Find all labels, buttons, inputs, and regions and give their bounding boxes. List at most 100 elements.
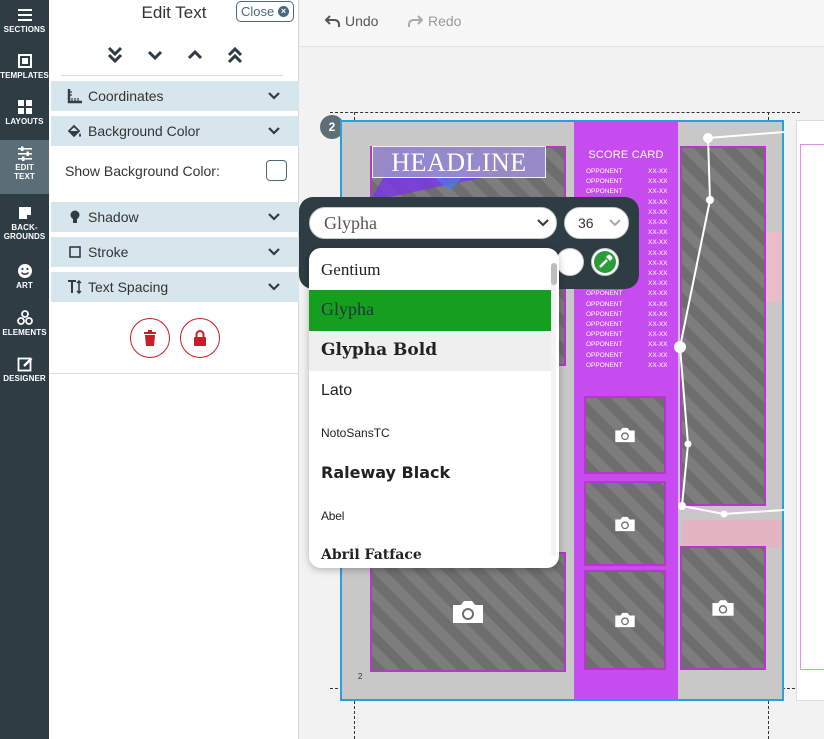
templates-icon — [17, 54, 32, 68]
chevron-down-icon — [268, 127, 280, 135]
nav-art[interactable]: ART — [0, 258, 49, 304]
chevron-down-icon — [609, 219, 621, 227]
send-to-back-icon[interactable] — [104, 44, 126, 66]
nav-layouts[interactable]: LAYOUTS — [0, 94, 49, 140]
decor-band — [682, 520, 782, 548]
score-value: XX-XX — [648, 229, 668, 237]
score-value: XX-XX — [648, 361, 668, 369]
grid-icon — [17, 100, 32, 114]
chevron-down-icon — [268, 92, 280, 100]
font-dropdown-list[interactable]: Gentium Glypha Glypha Bold Lato NotoSans… — [309, 248, 559, 568]
font-option-glypha[interactable]: Glypha — [309, 290, 552, 331]
font-option-gentium[interactable]: Gentium — [309, 254, 552, 290]
score-value: XX-XX — [648, 219, 668, 226]
score-team: OPPONENT — [586, 310, 623, 318]
font-option-notosanstc[interactable]: NotoSansTC — [309, 416, 552, 450]
score-team: OPPONENT — [586, 331, 623, 339]
nav-edit-text[interactable]: EDIT TEXT — [0, 140, 49, 194]
photo-placeholder[interactable] — [370, 552, 566, 672]
nav-label: LAYOUTS — [5, 117, 44, 126]
undo-label: Undo — [345, 13, 379, 29]
top-toolbar: Undo Redo — [300, 0, 824, 47]
score-team: OPPONENT — [586, 361, 623, 369]
show-background-checkbox[interactable] — [266, 160, 287, 181]
score-team: OPPONENT — [586, 188, 623, 196]
score-value: XX-XX — [648, 321, 668, 328]
shadow-section[interactable]: Shadow — [51, 202, 299, 232]
text-spacing-section[interactable]: Text Spacing — [51, 272, 299, 302]
trash-icon — [144, 330, 156, 346]
delete-button[interactable] — [130, 318, 170, 358]
text-height-icon — [68, 279, 82, 295]
background-color-section[interactable]: Background Color — [51, 116, 299, 146]
background-icon — [18, 207, 31, 219]
redo-icon — [408, 15, 424, 27]
score-row: OPPONENT XX-XX — [586, 362, 670, 372]
score-row: OPPONENT XX-XX — [586, 178, 670, 188]
list-scrollbar-track[interactable] — [551, 264, 556, 556]
corner-page-number: 2 — [358, 672, 363, 681]
redo-button[interactable]: Redo — [408, 13, 461, 29]
score-value: XX-XX — [648, 198, 668, 206]
score-value: XX-XX — [648, 351, 668, 359]
nav-label: EDIT TEXT — [14, 163, 35, 181]
close-button[interactable]: Close × — [236, 1, 294, 22]
list-scrollbar-thumb[interactable] — [551, 263, 557, 285]
nav-label: SECTIONS — [3, 25, 46, 34]
font-option-lato[interactable]: Lato — [309, 374, 552, 410]
score-value: XX-XX — [648, 249, 668, 257]
font-size-select[interactable]: 36 — [564, 207, 629, 239]
photo-placeholder[interactable] — [584, 396, 666, 474]
left-nav: SECTIONS TEMPLATES LAYOUTS EDIT TEXT BAC… — [0, 0, 49, 739]
chevron-down-icon — [268, 213, 280, 221]
chevron-down-icon — [537, 219, 549, 227]
score-team: OPPONENT — [586, 341, 623, 349]
font-family-select[interactable]: Glypha — [309, 207, 557, 239]
score-team: OPPONENT — [586, 351, 623, 359]
lock-icon — [194, 330, 206, 346]
score-row: OPPONENT XX-XX — [586, 321, 670, 331]
score-row: OPPONENT XX-XX — [586, 352, 670, 362]
score-value: XX-XX — [648, 239, 668, 247]
bring-forward-icon[interactable] — [184, 44, 206, 66]
font-select-value: Glypha — [324, 213, 377, 233]
send-backward-icon[interactable] — [144, 44, 166, 66]
score-team: OPPONENT — [586, 300, 623, 308]
nav-designer[interactable]: DESIGNER — [0, 351, 49, 397]
font-size-value: 36 — [578, 215, 594, 231]
score-row: OPPONENT XX-XX — [586, 341, 670, 351]
photo-placeholder[interactable] — [680, 546, 766, 670]
divider — [61, 75, 283, 76]
font-option-abel[interactable]: Abel — [309, 500, 552, 532]
lock-button[interactable] — [180, 318, 220, 358]
eyedropper-button[interactable] — [591, 248, 619, 276]
text-color-swatch[interactable] — [556, 248, 584, 276]
font-option-glypha-bold[interactable]: Glypha Bold — [309, 331, 552, 371]
font-option-abril-fatface[interactable]: Abril Fatface — [309, 538, 552, 568]
nav-templates[interactable]: TEMPLATES — [0, 48, 49, 94]
headline-text[interactable]: HEADLINE — [372, 148, 546, 178]
score-value: XX-XX — [648, 188, 668, 196]
score-value: XX-XX — [648, 259, 668, 267]
section-label: Background Color — [88, 123, 201, 139]
score-value: XX-XX — [648, 270, 668, 277]
bring-to-front-icon[interactable] — [224, 44, 246, 66]
score-value: XX-XX — [648, 300, 668, 308]
close-label: Close — [241, 4, 275, 19]
undo-button[interactable]: Undo — [324, 13, 379, 29]
font-option-raleway-black[interactable]: Raleway Black — [309, 456, 552, 492]
hamburger-icon — [17, 9, 32, 21]
nav-sections[interactable]: SECTIONS — [0, 2, 49, 48]
paint-bucket-icon — [67, 124, 81, 138]
stroke-section[interactable]: Stroke — [51, 237, 299, 267]
photo-placeholder[interactable] — [584, 481, 666, 566]
score-row: OPPONENT XX-XX — [586, 301, 670, 311]
score-value: XX-XX — [648, 280, 668, 288]
edit-icon — [17, 357, 32, 372]
nav-label: ELEMENTS — [2, 328, 47, 337]
photo-placeholder[interactable] — [584, 570, 666, 670]
coordinates-section[interactable]: Coordinates — [51, 81, 299, 111]
nav-elements[interactable]: ELEMENTS — [0, 305, 49, 351]
score-row: OPPONENT XX-XX — [586, 290, 670, 300]
nav-backgrounds[interactable]: BACK- GROUNDS — [0, 200, 49, 250]
